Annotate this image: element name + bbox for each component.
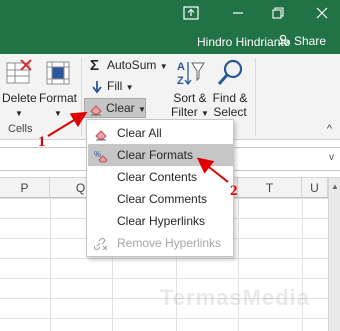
menu-item-remove-hyperlinks[interactable]: Remove Hyperlinks <box>88 232 233 254</box>
close-icon[interactable] <box>312 6 332 22</box>
clear-button[interactable]: Clear ▼ <box>84 98 146 118</box>
chevron-down-icon: ▼ <box>159 62 168 71</box>
delete-cells-icon <box>6 59 32 84</box>
group-separator <box>255 58 256 136</box>
autosum-button[interactable]: Σ AutoSum ▼ <box>86 56 168 76</box>
minimize-icon[interactable] <box>228 6 248 22</box>
menu-item-clear-formats[interactable]: % Clear Formats <box>88 144 233 166</box>
remove-link-icon <box>93 236 108 251</box>
menu-item-label: Clear Formats <box>117 148 194 162</box>
chevron-down-icon: ▼ <box>15 109 23 118</box>
menu-item-label: Clear All <box>117 126 162 140</box>
grid-line <box>238 198 239 331</box>
eraser-icon <box>89 102 103 116</box>
scroll-up-icon[interactable]: ▲ <box>330 182 340 192</box>
eraser-icon <box>94 126 108 141</box>
menu-item-clear-hyperlinks[interactable]: Clear Hyperlinks <box>88 210 233 232</box>
menu-item-label: Clear Hyperlinks <box>117 214 206 228</box>
grid-line <box>50 198 51 331</box>
sort-filter-label-1: Sort & <box>173 91 207 105</box>
collapse-ribbon-icon[interactable]: ^ <box>327 123 332 135</box>
chevron-down-icon: ▼ <box>125 83 134 92</box>
annotation-number-1: 1 <box>38 134 46 150</box>
cells-group-label: Cells <box>8 123 33 135</box>
ribbon-display-options-icon[interactable] <box>181 6 201 22</box>
chevron-down-icon: ▼ <box>201 109 209 118</box>
menu-item-label: Clear Contents <box>117 170 198 184</box>
delete-button[interactable]: Delete ▼ <box>2 58 37 121</box>
clear-formats-icon: % <box>94 148 108 163</box>
column-header-p[interactable]: P <box>0 178 50 198</box>
fill-down-icon <box>90 80 104 94</box>
magnifier-icon <box>217 59 243 85</box>
sigma-icon: Σ <box>90 56 100 74</box>
clear-label: Clear <box>106 101 135 115</box>
title-bar: Hindro Hindrianto Share <box>0 0 340 54</box>
chevron-down-icon: ▼ <box>54 109 62 118</box>
annotation-number-2: 2 <box>230 183 238 199</box>
format-label: Format <box>39 91 78 105</box>
fill-label: Fill <box>107 79 123 93</box>
restore-icon[interactable] <box>268 6 288 22</box>
delete-label: Delete <box>2 91 37 105</box>
autosum-label: AutoSum <box>107 58 157 72</box>
fill-button[interactable]: Fill ▼ <box>86 77 134 97</box>
sort-filter-icon: AZ <box>177 61 205 87</box>
find-select-label-1: Find & <box>212 91 248 105</box>
column-header-t[interactable]: T <box>238 178 302 198</box>
menu-item-label: Clear Comments <box>117 192 208 206</box>
share-button[interactable]: Share <box>278 32 326 48</box>
clear-dropdown-menu: Clear All % Clear Formats Clear Contents… <box>86 119 234 257</box>
menu-item-clear-contents[interactable]: Clear Contents <box>88 166 233 188</box>
svg-text:%: % <box>94 150 101 159</box>
menu-item-label: Remove Hyperlinks <box>117 236 222 250</box>
sort-filter-button[interactable]: AZ Sort & Filter ▼ <box>170 58 210 121</box>
expand-formula-bar-icon[interactable]: v <box>329 152 334 163</box>
svg-text:A: A <box>177 61 185 73</box>
sort-filter-label-2: Filter <box>171 105 198 119</box>
share-label: Share <box>294 34 327 48</box>
find-select-label-2: Select <box>213 105 247 119</box>
watermark: TermasMedia <box>160 285 310 310</box>
group-separator <box>81 58 82 136</box>
format-button[interactable]: Format ▼ <box>39 58 77 121</box>
menu-item-clear-comments[interactable]: Clear Comments <box>88 188 233 210</box>
person-add-icon <box>278 34 290 47</box>
vertical-scrollbar[interactable]: ▲ <box>328 178 340 331</box>
user-name[interactable]: Hindro Hindrianto <box>197 35 290 49</box>
grid-line <box>302 198 303 331</box>
svg-text:Z: Z <box>177 75 184 87</box>
format-cells-icon <box>46 61 70 85</box>
chevron-down-icon: ▼ <box>138 105 146 114</box>
column-header-u[interactable]: U <box>302 178 328 198</box>
menu-item-clear-all[interactable]: Clear All <box>88 122 233 144</box>
